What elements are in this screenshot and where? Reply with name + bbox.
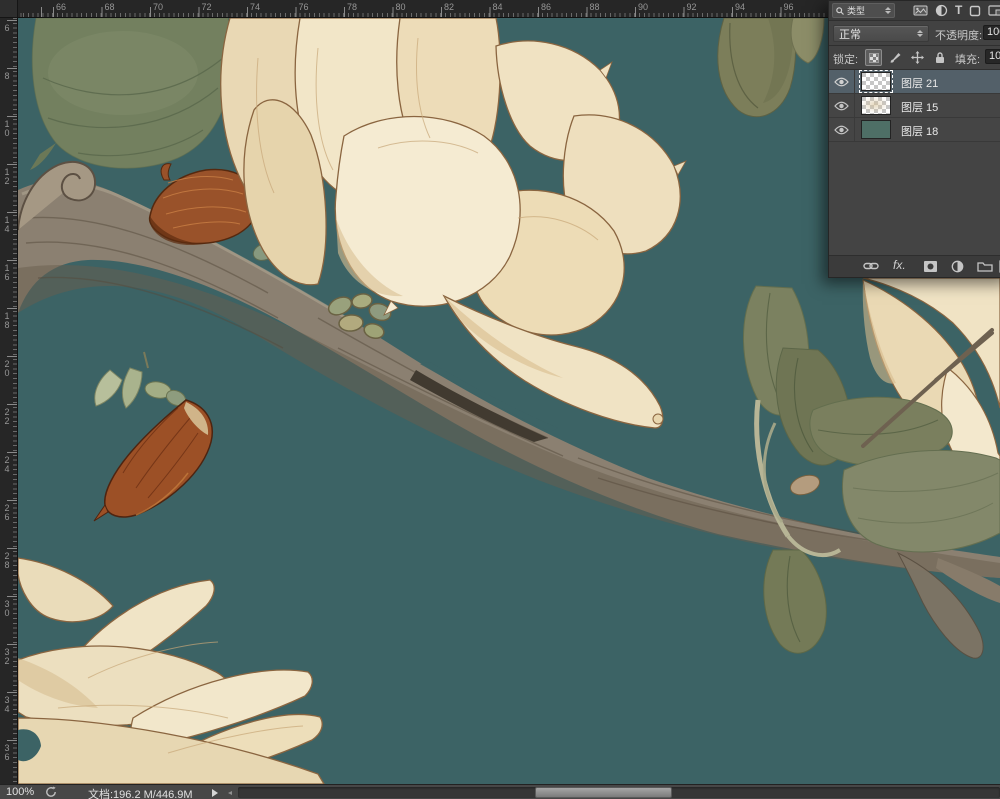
ruler-number: 94: [735, 3, 745, 12]
layer-thumbnail[interactable]: [861, 120, 891, 139]
lock-label: 锁定:: [833, 51, 858, 67]
layers-panel-footer: fx.: [829, 255, 1000, 277]
ruler-number: 88: [590, 3, 600, 12]
eye-icon: [834, 101, 849, 111]
layer-row[interactable]: 图层 15: [829, 94, 1000, 118]
ruler-number: 82: [444, 3, 454, 12]
ruler-number: 12: [2, 167, 11, 185]
layer-thumbnail[interactable]: [861, 72, 891, 91]
filter-kind-label: 类型: [847, 4, 865, 17]
ruler-corner-box[interactable]: [0, 0, 18, 18]
ruler-number: 28: [2, 551, 11, 569]
ruler-number: 6: [2, 23, 11, 32]
ruler-number: 8: [2, 71, 11, 80]
status-menu-arrow-icon[interactable]: [212, 789, 218, 797]
photoshop-window: 66687072747678808284868890929496 6810121…: [0, 0, 1000, 799]
status-bar: 100% 文档:196.2 M/446.9M: [0, 784, 1000, 799]
ruler-number: 84: [493, 3, 503, 12]
live-workspace-icon[interactable]: [45, 786, 57, 798]
new-group-icon[interactable]: [977, 260, 993, 272]
ruler-number: 90: [638, 3, 648, 12]
eye-icon: [834, 77, 849, 87]
link-layers-icon[interactable]: [863, 260, 879, 272]
scroll-left-arrow-icon[interactable]: [228, 791, 232, 795]
layer-name: 图层 21: [901, 75, 938, 91]
ruler-number: 20: [2, 359, 11, 377]
ruler-number: 18: [2, 311, 11, 329]
ruler-number: 36: [2, 743, 11, 761]
blend-mode-dropdown[interactable]: 正常: [833, 25, 929, 42]
document-size-info: 文档:196.2 M/446.9M: [88, 786, 193, 799]
ruler-number: 76: [299, 3, 309, 12]
layer-name: 图层 18: [901, 123, 938, 139]
lock-position-button[interactable]: [909, 49, 926, 66]
ruler-number: 74: [250, 3, 260, 12]
horizontal-scrollbar-thumb[interactable]: [535, 787, 672, 798]
ruler-number: 70: [153, 3, 163, 12]
ruler-number: 72: [202, 3, 212, 12]
zoom-level-field[interactable]: 100%: [6, 786, 34, 798]
dropdown-arrows-icon: [917, 30, 923, 37]
ruler-number: 78: [347, 3, 357, 12]
layer-style-button[interactable]: fx.: [893, 259, 906, 272]
type-filter-icon[interactable]: T: [955, 4, 962, 17]
padlock-icon: [934, 51, 946, 64]
dropdown-arrows-icon: [885, 7, 891, 14]
lock-options-bar: 锁定: 填充: 100%: [829, 46, 1000, 70]
layers-list: 图层 21 图层 15 图层 18: [829, 70, 1000, 142]
lock-transparency-button[interactable]: [865, 49, 882, 66]
ruler-number: 24: [2, 455, 11, 473]
lock-all-button[interactable]: [931, 49, 948, 66]
layer-filter-bar: 类型 T: [829, 1, 1000, 21]
ruler-number: 86: [541, 3, 551, 12]
adjustment-filter-icon[interactable]: [935, 4, 948, 17]
ruler-number: 14: [2, 215, 11, 233]
move-icon: [911, 51, 924, 64]
visibility-toggle[interactable]: [829, 118, 855, 141]
ruler-number: 96: [784, 3, 794, 12]
blend-options-bar: 正常 不透明度: 100%: [829, 21, 1000, 46]
transparency-checker-icon: [869, 53, 879, 63]
visibility-toggle[interactable]: [829, 94, 855, 117]
opacity-value[interactable]: 100%: [983, 25, 1000, 40]
ruler-number: 80: [396, 3, 406, 12]
ruler-number: 68: [105, 3, 115, 12]
ruler-number: 34: [2, 695, 11, 713]
layers-panel: 类型 T 正常 不透明度: 100% 锁定:: [828, 0, 1000, 278]
layer-name: 图层 15: [901, 99, 938, 115]
visibility-toggle[interactable]: [829, 70, 855, 93]
ruler-number: 10: [2, 119, 11, 137]
ruler-left[interactable]: 6 8 10 12 14 16 18 20 22 24 26 28 30 32 34 36: [0, 18, 18, 784]
layers-list-empty-area: [829, 142, 1000, 256]
ruler-number: 32: [2, 647, 11, 665]
add-layer-mask-icon[interactable]: [923, 260, 938, 273]
brush-icon: [889, 51, 902, 64]
fill-label: 填充:: [955, 51, 980, 67]
horizontal-scrollbar-track[interactable]: [238, 787, 1000, 798]
pixel-filter-icon[interactable]: [913, 4, 928, 17]
shape-filter-icon[interactable]: [969, 5, 981, 17]
lock-pixels-button[interactable]: [887, 49, 904, 66]
layer-row[interactable]: 图层 21: [829, 70, 1000, 94]
ruler-number: 26: [2, 503, 11, 521]
layer-thumbnail[interactable]: [861, 96, 891, 115]
ruler-number: 92: [687, 3, 697, 12]
search-icon: [836, 7, 844, 15]
ruler-number: 16: [2, 263, 11, 281]
opacity-label: 不透明度:: [935, 27, 982, 43]
ruler-number: 22: [2, 407, 11, 425]
new-adjustment-layer-icon[interactable]: [951, 260, 964, 273]
fill-value[interactable]: 100%: [985, 49, 1000, 64]
layer-row[interactable]: 图层 18: [829, 118, 1000, 142]
filter-kind-dropdown[interactable]: 类型: [832, 3, 895, 18]
smart-object-filter-icon[interactable]: [988, 4, 1000, 17]
blend-mode-value: 正常: [839, 26, 861, 42]
eye-icon: [834, 125, 849, 135]
ruler-number: 30: [2, 599, 11, 617]
ruler-number: 66: [56, 3, 66, 12]
